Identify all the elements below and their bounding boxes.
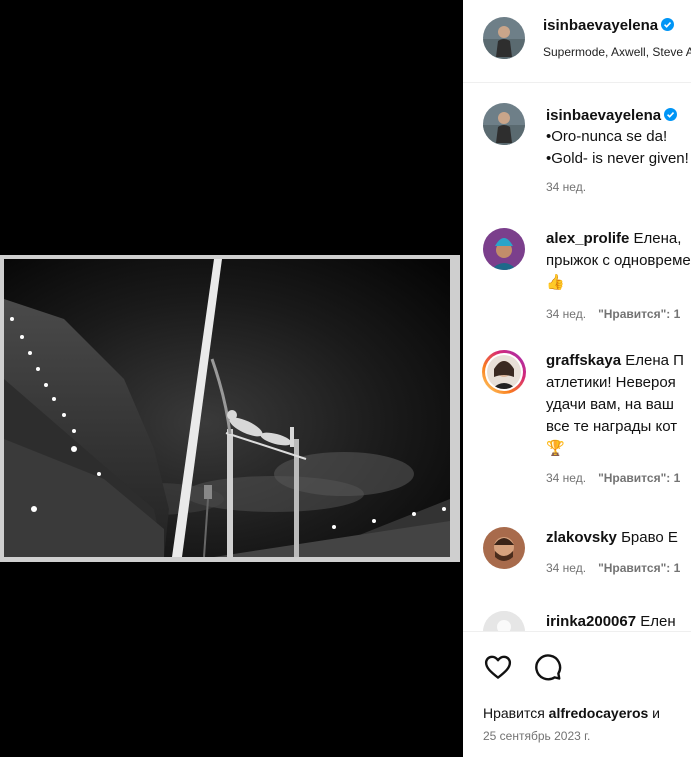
- comment-meta: 34 нед. "Нравится": 1: [546, 307, 680, 321]
- heart-icon[interactable]: [483, 652, 513, 682]
- likes-suffix: и: [652, 705, 660, 721]
- caption-author-line: isinbaevayelena: [546, 105, 678, 126]
- comment-age: 34 нед.: [546, 561, 587, 575]
- likes-user[interactable]: alfredocayeros: [549, 705, 649, 721]
- likes-summary[interactable]: Нравится alfredocayeros и: [483, 705, 660, 721]
- post-header: isinbaevayelena Supermode, Axwell, Steve…: [463, 0, 691, 83]
- comment-text: Браво Е: [621, 529, 678, 546]
- comments-list[interactable]: isinbaevayelena •Oro-nunca se da! •Gold-…: [463, 83, 691, 631]
- caption-line-1: •Oro-nunca se da!: [546, 128, 668, 145]
- comment-line-4: все те награды кот: [546, 418, 678, 435]
- comment-line-1: zlakovsky Браво Е: [546, 527, 678, 548]
- verified-badge-icon: [661, 18, 675, 31]
- caption-author-avatar[interactable]: [483, 103, 525, 145]
- media-pane: [0, 0, 463, 757]
- post-photo[interactable]: [4, 259, 450, 557]
- caption-age: 34 нед.: [546, 180, 587, 194]
- comment-text: Елена,: [633, 230, 682, 247]
- comment-age: 34 нед.: [546, 307, 587, 321]
- verified-badge-icon: [664, 106, 678, 121]
- comment-line-2: прыжок с одновременно...: [546, 252, 691, 269]
- comment-age: 34 нед.: [546, 471, 587, 485]
- comment-username[interactable]: zlakovsky: [546, 529, 617, 546]
- commenter-avatar[interactable]: [483, 527, 525, 569]
- comment-line-2: атлетики! Невероя: [546, 374, 676, 391]
- author-avatar[interactable]: [483, 17, 525, 59]
- comment-username[interactable]: graffskaya: [546, 352, 621, 369]
- comment-line-3: удачи вам, на ваш: [546, 396, 674, 413]
- likes-prefix: Нравится: [483, 705, 545, 721]
- comment-likes-link[interactable]: "Нравится": 1: [598, 307, 680, 321]
- comment-emoji: 👍: [546, 274, 565, 291]
- commenter-avatar[interactable]: [483, 611, 525, 631]
- comment-emoji: 🏆: [546, 440, 565, 457]
- comment-text: Елена П: [625, 352, 684, 369]
- comment-username[interactable]: irinka200067: [546, 613, 636, 630]
- comment-icon[interactable]: [533, 652, 563, 682]
- author-username[interactable]: isinbaevayelena: [543, 17, 658, 34]
- comment-line-1: graffskaya Елена П: [546, 350, 684, 371]
- post-side-pane: isinbaevayelena Supermode, Axwell, Steve…: [463, 0, 691, 757]
- post-actions-bar: Нравится alfredocayeros и 25 сентябрь 20…: [463, 631, 691, 757]
- comment-line-1: alex_prolife Елена,: [546, 228, 681, 249]
- audio-subtitle[interactable]: Supermode, Axwell, Steve Angello · Tell …: [543, 45, 691, 59]
- comment-likes-link[interactable]: "Нравится": 1: [598, 561, 680, 575]
- comment-meta: 34 нед. "Нравится": 1: [546, 471, 680, 485]
- header-author-line: isinbaevayelena: [543, 17, 675, 35]
- comment-meta: 34 нед. "Нравится": 1: [546, 561, 680, 575]
- pole-vault-photo: [4, 259, 450, 557]
- caption-line-2: •Gold- is never given!: [546, 150, 689, 167]
- comment-username[interactable]: alex_prolife: [546, 230, 629, 247]
- commenter-avatar-story-ring[interactable]: [482, 350, 526, 394]
- caption-username[interactable]: isinbaevayelena: [546, 107, 661, 124]
- post-date[interactable]: 25 сентябрь 2023 г.: [483, 729, 590, 743]
- comment-text: Елен: [640, 613, 676, 630]
- commenter-avatar[interactable]: [483, 228, 525, 270]
- post-photo-frame: [0, 255, 460, 562]
- comment-likes-link[interactable]: "Нравится": 1: [598, 471, 680, 485]
- commenter-avatar: [487, 355, 521, 389]
- comment-line-1: irinka200067 Елен: [546, 611, 676, 631]
